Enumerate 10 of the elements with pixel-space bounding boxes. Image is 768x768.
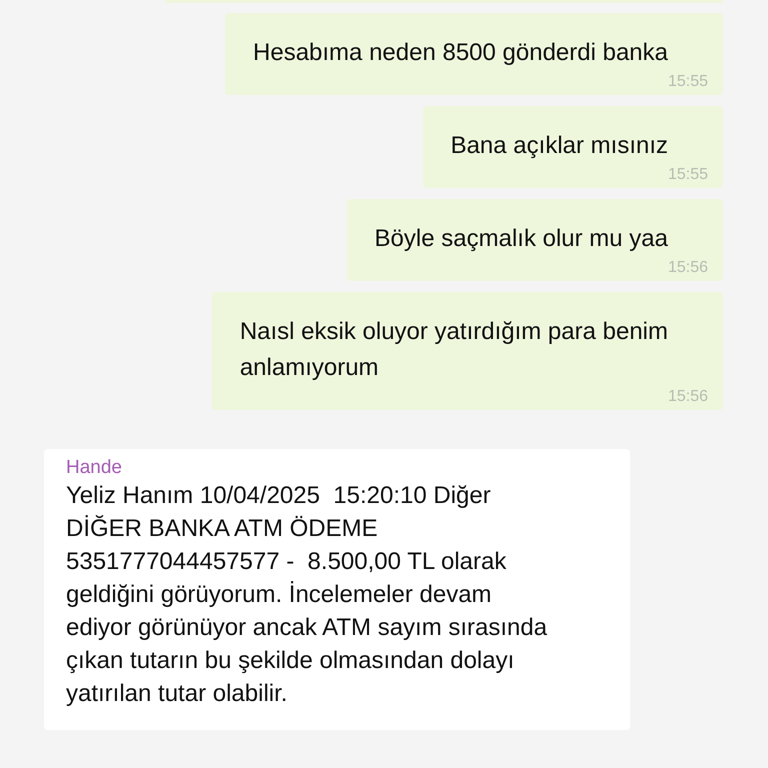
message-time: 15:55 [668, 166, 708, 184]
message-text: Yeliz Hanım 10/04/2025 15:20:10 Diğer DİĞER BANKA ATM ÖDEME 5351777044457577 - 8.500,00 TL olarak geldiğini görüyorum. İncelemeler devam ediyor görünüyor ancak ATM sayım sırasında çıkan tutarın bu şekilde olmasından dolayı yatırılan tutar olabilir. [66, 481, 548, 709]
message-text: Naısl eksik oluyor yatırdığım para benim anlamıyorum [240, 317, 668, 383]
message-time: 15:56 [668, 388, 708, 406]
message-time: 15:56 [668, 259, 708, 277]
message-time: 15:55 [668, 73, 708, 91]
message-text: Bana açıklar mısınız [450, 131, 668, 161]
message-text: Hesabıma neden 8500 gönderdi banka [253, 38, 668, 68]
sender-name: Hande [66, 457, 123, 479]
message-text: Böyle saçmalık olur mu yaa [374, 224, 668, 254]
